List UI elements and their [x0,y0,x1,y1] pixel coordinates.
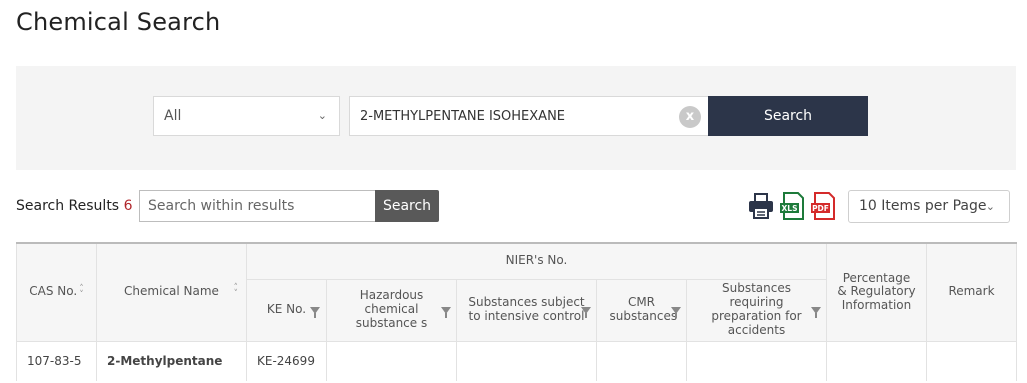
cell-cas-no: 107-83-5 [16,340,97,381]
search-within-button[interactable]: Search [375,190,439,222]
scope-select-value: All [164,108,182,124]
search-panel: All ⌄ x Search [16,66,1016,170]
print-icon[interactable] [747,192,775,220]
pdf-label: PDF [812,204,829,213]
cell-remark [926,340,1017,381]
cell-cmr [596,340,687,381]
sort-icon[interactable]: ˄ ˅ [234,284,239,299]
xls-label: XLS [782,204,798,213]
search-button[interactable]: Search [708,96,868,136]
scope-select[interactable]: All ⌄ [153,96,340,136]
col-intensive-label: Substances subject to intensive control [468,295,585,323]
col-hazardous: Hazardous chemical substance s [326,278,457,342]
col-cmr-label: CMR substances [609,295,678,323]
col-cas-no-label: CAS No. [29,284,78,299]
sort-icon[interactable]: ˄ ˅ [79,284,84,299]
col-intensive: Substances subject to intensive control [456,278,597,342]
chevron-down-icon: ⌄ [985,200,995,213]
cell-intensive [456,340,597,381]
col-remark: Remark [926,242,1017,342]
col-chemical-name[interactable]: Chemical Name ˄ ˅ [96,242,247,342]
cell-accidents [686,340,827,381]
filter-icon[interactable] [441,307,451,318]
results-table: CAS No. ˄ ˅ Chemical Name ˄ ˅ NIER's No. Pe… [16,242,1017,381]
cell-chemical-name[interactable]: 2-Methylpentane [96,340,247,381]
col-cmr: CMR substances [596,278,687,342]
table-row[interactable]: 107-83-5 2-Methylpentane KE-24699 [16,340,1017,381]
xls-icon[interactable]: XLS [779,192,807,220]
items-per-page-select[interactable]: 10 Items per Page ⌄ [848,190,1010,223]
clear-keyword-button[interactable]: x [679,106,701,128]
results-label: Search Results [16,198,120,214]
col-accidents: Substances requiring preparation for acc… [686,278,827,342]
col-accidents-label: Substances requiring preparation for acc… [711,281,802,337]
filter-icon[interactable] [671,307,681,318]
col-ke-no: KE No. [246,278,327,342]
cell-ke-no: KE-24699 [246,340,327,381]
cell-hazardous [326,340,457,381]
col-percentage: Percentage & Regulatory Information [826,242,927,342]
filter-icon[interactable] [310,307,320,318]
page-title: Chemical Search [16,8,221,36]
chevron-down-icon: ⌄ [317,109,327,122]
keyword-input[interactable] [350,97,670,135]
results-toolbar: Search Results 6 Search XLS PDF 10 Items… [16,190,1016,223]
col-percentage-label: Percentage & Regulatory Information [837,270,916,313]
filter-icon[interactable] [811,307,821,318]
search-within-input[interactable] [139,190,377,222]
col-hazardous-label: Hazardous chemical substance s [355,288,428,330]
cell-percentage [826,340,927,381]
col-chemical-name-label: Chemical Name [124,284,219,299]
items-per-page-value: 10 Items per Page [859,198,987,214]
pdf-icon[interactable]: PDF [810,192,838,220]
col-cas-no[interactable]: CAS No. ˄ ˅ [16,242,97,342]
results-count: 6 [123,198,133,214]
results-summary: Search Results 6 [16,198,132,214]
filter-icon[interactable] [581,307,591,318]
col-ke-no-label: KE No. [266,302,307,317]
keyword-box: x [349,96,709,136]
col-group-nier: NIER's No. [246,242,827,280]
